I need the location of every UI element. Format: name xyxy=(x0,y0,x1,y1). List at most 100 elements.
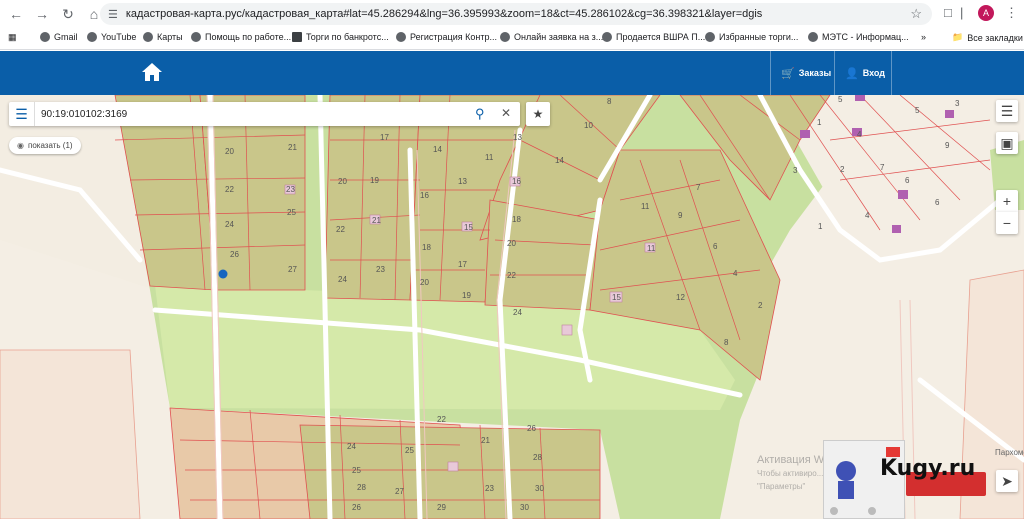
login-button[interactable]: 👤 Вход xyxy=(834,51,892,95)
forward-icon[interactable]: → xyxy=(32,4,52,24)
extensions-icon[interactable]: □ xyxy=(944,5,952,20)
bookmark-application[interactable]: Онлайн заявка на з... xyxy=(500,32,603,42)
parcel-label: 17 xyxy=(380,133,389,142)
bookmarks-bar: ▦ Gmail YouTube Карты Помощь по работе..… xyxy=(0,28,1024,50)
parcel-label: 18 xyxy=(422,243,431,252)
cart-icon: 🛒 xyxy=(781,67,795,80)
bookmark-bankruptcy[interactable]: Торги по банкротс... xyxy=(292,32,389,42)
parcel-label: 3 xyxy=(955,99,960,108)
parcel-label: 13 xyxy=(458,177,467,186)
parcel-label: 22 xyxy=(507,271,516,280)
parcel-label: 4 xyxy=(733,269,738,278)
parcel-label: 16 xyxy=(512,177,521,186)
more-bookmarks-button[interactable]: » xyxy=(921,32,926,42)
globe-icon xyxy=(808,32,818,42)
search-icon[interactable]: ⚲ xyxy=(475,106,485,122)
parcel-label: 15 xyxy=(612,293,621,302)
zoom-in-button[interactable]: + xyxy=(996,190,1018,212)
parcel-label: 30 xyxy=(535,484,544,493)
parcel-label: 2 xyxy=(758,301,763,310)
show-results-button[interactable]: ◉ показать (1) xyxy=(9,137,81,154)
close-icon[interactable]: ✕ xyxy=(501,106,511,120)
parcel-label: 23 xyxy=(286,185,295,194)
parcel-label: 17 xyxy=(458,260,467,269)
parcel-label: 27 xyxy=(395,487,404,496)
globe-icon xyxy=(500,32,510,42)
parcel-label: 24 xyxy=(513,308,522,317)
parcel-label: 23 xyxy=(376,265,385,274)
menu-icon[interactable]: ☰ xyxy=(9,102,35,126)
parcel-label: 9 xyxy=(945,141,950,150)
parcel-label: 29 xyxy=(437,503,446,512)
parcel-label: 2 xyxy=(840,165,845,174)
parcel-label: 25 xyxy=(287,208,296,217)
orders-button[interactable]: 🛒 Заказы xyxy=(770,51,834,95)
bookmark-youtube[interactable]: YouTube xyxy=(87,32,136,42)
zoom-out-button[interactable]: − xyxy=(996,212,1018,234)
parcel-label: 12 xyxy=(676,293,685,302)
fullscreen-icon[interactable]: ▣ xyxy=(996,132,1018,154)
parcel-label: 18 xyxy=(512,215,521,224)
parcel-label: 4 xyxy=(865,211,870,220)
parcel-label: 24 xyxy=(347,442,356,451)
location-marker[interactable] xyxy=(218,269,228,279)
parcel-label: 20 xyxy=(338,177,347,186)
hammer-icon xyxy=(292,32,302,42)
parcel-label: 26 xyxy=(527,424,536,433)
browser-toolbar: ← → ↻ ⌂ ☰ кадастровая-карта.рус/кадастро… xyxy=(0,0,1024,28)
parcel-label: 1 xyxy=(817,118,822,127)
parcel-label: 22 xyxy=(336,225,345,234)
profile-avatar[interactable]: A xyxy=(978,5,994,21)
url-text: кадастровая-карта.рус/кадастровая_карта#… xyxy=(125,8,763,20)
parcel-label: 14 xyxy=(433,145,442,154)
parcel-label: 23 xyxy=(485,484,494,493)
bookmark-help[interactable]: Помощь по работе... xyxy=(191,32,291,42)
globe-icon xyxy=(396,32,406,42)
back-icon[interactable]: ← xyxy=(6,4,26,24)
user-icon: 👤 xyxy=(845,67,859,80)
layers-icon[interactable]: ☰ xyxy=(996,100,1018,122)
address-bar[interactable]: ☰ кадастровая-карта.рус/кадастровая_карт… xyxy=(100,3,932,25)
cadastral-number-input[interactable] xyxy=(41,108,471,120)
parcel-label: 25 xyxy=(405,446,414,455)
divider: | xyxy=(960,5,964,20)
folder-icon: 📁 xyxy=(952,32,964,42)
apps-grid-icon[interactable]: ▦ xyxy=(8,32,17,43)
reload-icon[interactable]: ↻ xyxy=(58,4,78,24)
globe-icon xyxy=(191,32,201,42)
globe-icon xyxy=(705,32,715,42)
bookmark-sale[interactable]: Продается ВШРА П... xyxy=(602,32,705,42)
parcel-label: 22 xyxy=(437,415,446,424)
star-icon[interactable]: ★ xyxy=(526,102,550,126)
bookmark-gmail[interactable]: Gmail xyxy=(40,32,78,42)
navigation-icon[interactable]: ➤ xyxy=(996,470,1018,492)
parcel-label: 21 xyxy=(481,436,490,445)
site-logo: Kugy.ru xyxy=(880,456,976,481)
parcel-label: 28 xyxy=(533,453,542,462)
street-label: Пархоме... xyxy=(995,448,1024,457)
cadastral-search-panel: ☰ ⚲ ✕ xyxy=(9,102,520,126)
site-header: 🛒 Заказы 👤 Вход xyxy=(0,51,1024,95)
parcel-label: 11 xyxy=(641,202,650,211)
parcel-label: 26 xyxy=(230,250,239,259)
parcel-label: 7 xyxy=(880,163,885,172)
parcel-label: 5 xyxy=(838,95,843,104)
parcel-label: 8 xyxy=(724,338,729,347)
bookmark-mets[interactable]: МЭТС - Информац... xyxy=(808,32,909,42)
globe-icon xyxy=(143,32,153,42)
bookmark-maps[interactable]: Карты xyxy=(143,32,183,42)
parcel-label: 16 xyxy=(420,191,429,200)
all-bookmarks-button[interactable]: 📁 Все закладки xyxy=(952,32,1023,43)
site-settings-icon[interactable]: ☰ xyxy=(108,8,118,21)
parcel-label: 26 xyxy=(352,503,361,512)
bookmark-star-icon[interactable]: ☆ xyxy=(910,6,922,22)
eye-icon: ◉ xyxy=(17,141,24,150)
kebab-menu-icon[interactable]: ⋮ xyxy=(1005,5,1018,21)
bookmark-favorites[interactable]: Избранные торги... xyxy=(705,32,798,42)
bookmark-registration[interactable]: Регистрация Контр... xyxy=(396,32,497,42)
parcel-label: 19 xyxy=(462,291,471,300)
parcel-label: 15 xyxy=(464,223,473,232)
parcel-label: 21 xyxy=(288,143,297,152)
home-icon[interactable] xyxy=(141,62,163,82)
parcel-label: 10 xyxy=(584,121,593,130)
